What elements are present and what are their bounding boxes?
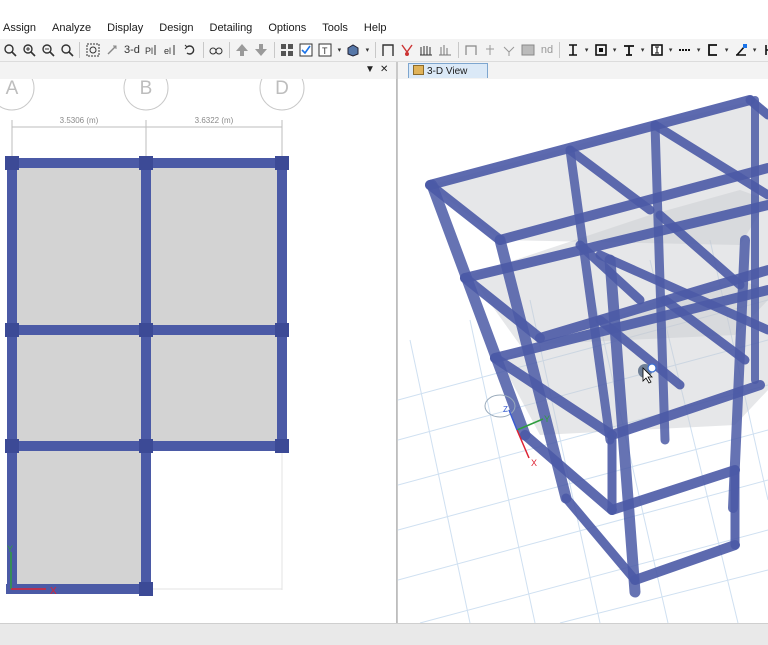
dropdown-arrow-icon[interactable]: ▾ bbox=[639, 41, 646, 59]
draw-beam-icon[interactable] bbox=[463, 41, 480, 59]
dropdown-arrow-icon[interactable]: ▾ bbox=[695, 41, 702, 59]
menu-design[interactable]: Design bbox=[151, 18, 201, 39]
3d-axis-y-label: Y bbox=[544, 414, 550, 424]
dropdown-arrow-icon[interactable]: ▾ bbox=[611, 41, 618, 59]
perspective-toggle-icon[interactable] bbox=[208, 41, 225, 59]
move-down-icon[interactable] bbox=[253, 41, 270, 59]
pan-icon[interactable] bbox=[103, 41, 120, 59]
plan-view-icon[interactable]: Pl bbox=[144, 41, 161, 59]
menu-analyze[interactable]: Analyze bbox=[44, 18, 99, 39]
toolbar-separator bbox=[374, 42, 376, 58]
elevation-view-icon[interactable]: el bbox=[163, 41, 180, 59]
menu-detailing[interactable]: Detailing bbox=[202, 18, 261, 39]
dropdown-arrow-icon[interactable]: ▾ bbox=[667, 41, 674, 59]
rotate-3d-icon[interactable] bbox=[182, 41, 199, 59]
draw-brace-icon[interactable] bbox=[399, 41, 416, 59]
tab-3d-view-label: 3-D View bbox=[427, 66, 468, 77]
dimension-lines bbox=[11, 120, 283, 160]
menu-bar: Assign Analyze Display Design Detailing … bbox=[0, 18, 768, 39]
menu-assign[interactable]: Assign bbox=[0, 18, 44, 39]
title-strip bbox=[0, 0, 768, 18]
draw-wall-icon[interactable] bbox=[437, 41, 454, 59]
draw-link-icon[interactable] bbox=[482, 41, 499, 59]
3d-axis-x-label: X bbox=[531, 458, 537, 468]
nd-button[interactable]: nd bbox=[539, 41, 555, 59]
svg-text:el: el bbox=[164, 46, 171, 56]
view-3d-pane[interactable]: Y X Z bbox=[398, 79, 768, 623]
svg-text:Pl: Pl bbox=[145, 46, 153, 56]
tab-3d-view[interactable]: 3-D View bbox=[408, 63, 488, 78]
section-box-icon[interactable] bbox=[592, 41, 609, 59]
move-up-icon[interactable] bbox=[234, 41, 251, 59]
status-bar bbox=[0, 623, 768, 645]
dimension-bd: 3.6322 (m) bbox=[195, 116, 234, 125]
plan-view-canvas[interactable]: A B D 3.5306 (m) 3.6322 (m) X Y bbox=[0, 79, 396, 623]
section-angle-icon[interactable] bbox=[732, 41, 749, 59]
zoom-extents-icon[interactable] bbox=[84, 41, 101, 59]
toolbar-separator bbox=[457, 42, 459, 58]
draw-area-icon[interactable] bbox=[520, 41, 537, 59]
svg-text:T: T bbox=[322, 46, 328, 56]
zoom-restore-icon[interactable] bbox=[58, 41, 75, 59]
section-rect-icon[interactable] bbox=[648, 41, 665, 59]
grid-label-a: A bbox=[6, 79, 19, 99]
pane-close-icon[interactable]: ✕ bbox=[380, 64, 388, 75]
menu-options[interactable]: Options bbox=[260, 18, 314, 39]
dropdown-arrow-icon[interactable]: ▾ bbox=[723, 41, 730, 59]
menu-tools[interactable]: Tools bbox=[314, 18, 356, 39]
section-tee-icon[interactable] bbox=[620, 41, 637, 59]
pane-menu-arrow-icon[interactable]: ▼ bbox=[365, 64, 375, 75]
dropdown-arrow-icon[interactable]: ▾ bbox=[336, 41, 343, 59]
dimension-ab: 3.5306 (m) bbox=[60, 116, 99, 125]
checkbox-select-icon[interactable] bbox=[298, 41, 315, 59]
grid-label-b: B bbox=[140, 79, 153, 99]
plan-gridlines bbox=[145, 446, 283, 590]
object-properties-icon[interactable]: T bbox=[317, 41, 334, 59]
plan-view-pane[interactable]: A B D 3.5306 (m) 3.6322 (m) X Y bbox=[0, 79, 397, 623]
toolbar-separator bbox=[273, 42, 275, 58]
zoom-out-icon[interactable] bbox=[39, 41, 56, 59]
section-i-icon[interactable] bbox=[564, 41, 581, 59]
section-dashed-icon[interactable] bbox=[676, 41, 693, 59]
draw-frame-icon[interactable] bbox=[380, 41, 397, 59]
section-channel-icon[interactable] bbox=[704, 41, 721, 59]
shading-icon[interactable] bbox=[345, 41, 362, 59]
draw-column-icon[interactable] bbox=[418, 41, 435, 59]
dropdown-arrow-icon[interactable]: ▾ bbox=[364, 41, 371, 59]
view3d-pane-header: 3-D View bbox=[398, 62, 768, 79]
zoom-window-icon[interactable] bbox=[1, 41, 18, 59]
toolbar-separator bbox=[228, 42, 230, 58]
view-3d-canvas[interactable]: Y X Z bbox=[398, 79, 768, 623]
zoom-in-icon[interactable] bbox=[20, 41, 37, 59]
plan-axis-y-label: Y bbox=[7, 544, 13, 554]
plan-pane-header: ▼ ✕ bbox=[0, 62, 396, 79]
menu-display[interactable]: Display bbox=[99, 18, 151, 39]
menu-help[interactable]: Help bbox=[356, 18, 395, 39]
3d-axis-z-label: Z bbox=[503, 405, 508, 414]
view-3d-button[interactable]: 3-d bbox=[122, 41, 142, 59]
main-toolbar: 3-d Pl el T ▾ ▾ nd ▾ ▾ ▾ ▾ ▾ ▾ ▾ ▾ bbox=[0, 39, 768, 62]
orbit-indicator-icon bbox=[647, 363, 657, 373]
section-bracket-icon[interactable] bbox=[760, 41, 768, 59]
dropdown-arrow-icon[interactable]: ▾ bbox=[583, 41, 590, 59]
dropdown-arrow-icon[interactable]: ▾ bbox=[751, 41, 758, 59]
toolbar-separator bbox=[559, 42, 561, 58]
grid-label-d: D bbox=[275, 79, 289, 99]
grid-select-icon[interactable] bbox=[279, 41, 296, 59]
plan-axis-x-label: X bbox=[50, 586, 57, 597]
toolbar-separator bbox=[202, 42, 204, 58]
draw-support-icon[interactable] bbox=[501, 41, 518, 59]
window-icon bbox=[413, 65, 424, 75]
toolbar-separator bbox=[79, 42, 80, 58]
